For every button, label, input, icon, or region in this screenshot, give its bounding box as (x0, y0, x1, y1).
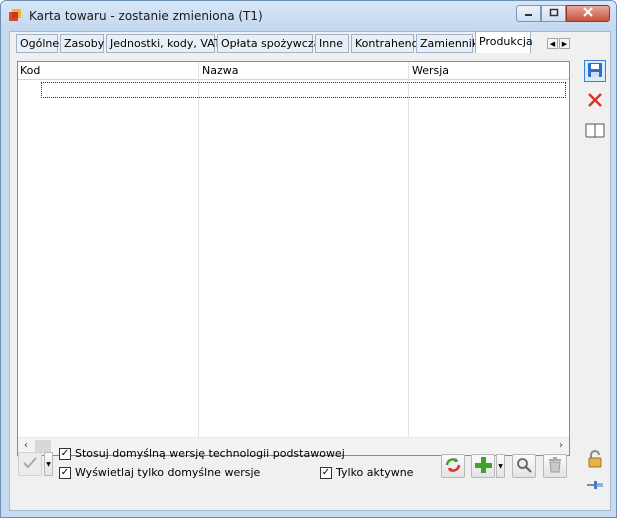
show-default-only-label: Wyświetlaj tylko domyślne wersje (75, 466, 261, 479)
versions-grid[interactable]: Kod Nazwa Wersja ‹ › (17, 61, 570, 456)
show-default-only-checkbox[interactable]: ✓ Wyświetlaj tylko domyślne wersje (59, 466, 260, 479)
save-disk-icon (587, 62, 603, 81)
maximize-icon (549, 7, 559, 20)
client-area: Ogólne Zasoby Jednostki, kody, VAT Opłat… (9, 31, 611, 511)
app-icon (8, 8, 22, 22)
checkbox-box: ✓ (59, 466, 71, 479)
cancel-button[interactable] (584, 90, 606, 112)
minimize-icon (524, 7, 533, 20)
selected-empty-row[interactable] (41, 82, 566, 98)
column-divider (408, 62, 409, 437)
search-button[interactable] (512, 454, 536, 478)
add-dropdown-button[interactable]: ▼ (496, 454, 505, 478)
tab-kontrahenci[interactable]: Kontrahenci (351, 34, 421, 53)
chevron-down-icon: ▼ (498, 462, 503, 470)
close-button[interactable] (566, 5, 610, 22)
tab-oplata[interactable]: Opłata spożywcza (217, 34, 320, 53)
confirm-dropdown-button[interactable]: ▼ (44, 452, 53, 476)
default-version-checkbox[interactable]: ✓ Stosuj domyślną wersję technologii pod… (59, 447, 345, 460)
add-button[interactable] (471, 454, 495, 478)
window: Karta towaru - zostanie zmieniona (T1) O… (0, 0, 617, 518)
column-header-kod[interactable]: Kod (20, 64, 40, 77)
refresh-icon (444, 456, 462, 477)
tab-zasoby[interactable]: Zasoby (60, 34, 104, 53)
tab-produkcja[interactable]: Produkcja (475, 31, 533, 54)
tab-scroll-left-button[interactable]: ◀ (547, 38, 558, 49)
chevron-down-icon: ▼ (46, 460, 51, 468)
tab-zamienniki[interactable]: Zamienniki (416, 34, 481, 53)
column-header-nazwa[interactable]: Nazwa (202, 64, 238, 77)
active-only-checkbox[interactable]: ✓ Tylko aktywne (320, 466, 413, 479)
magnifier-icon (516, 457, 532, 476)
column-header-wersja[interactable]: Wersja (412, 64, 449, 77)
active-only-label: Tylko aktywne (336, 466, 414, 479)
close-icon (583, 7, 593, 20)
grid-header: Kod Nazwa Wersja (18, 62, 569, 80)
trash-icon (548, 456, 562, 476)
checkmark-icon (23, 456, 37, 472)
tab-scroll-right-button[interactable]: ▶ (559, 38, 570, 49)
help-book-button[interactable] (584, 120, 606, 142)
column-divider (198, 62, 199, 437)
cancel-x-icon (587, 92, 603, 111)
minimize-button[interactable] (516, 5, 541, 22)
plus-icon (474, 456, 492, 477)
delete-button[interactable] (543, 454, 567, 478)
refresh-button[interactable] (441, 454, 465, 478)
tab-ogolne[interactable]: Ogólne (16, 34, 59, 53)
save-button[interactable] (584, 60, 606, 82)
tab-jednostki[interactable]: Jednostki, kody, VAT (106, 34, 221, 53)
maximize-button[interactable] (541, 5, 566, 22)
book-icon (585, 122, 605, 141)
checkbox-box: ✓ (59, 447, 71, 460)
arrow-left-icon: ◀ (549, 40, 556, 48)
default-version-label: Stosuj domyślną wersję technologii podst… (75, 447, 345, 460)
window-controls (516, 5, 610, 23)
window-title: Karta towaru - zostanie zmieniona (T1) (29, 9, 263, 23)
title-bar: Karta towaru - zostanie zmieniona (T1) (1, 1, 616, 31)
arrow-right-icon: ▶ (561, 40, 568, 48)
checkbox-box: ✓ (320, 466, 332, 479)
confirm-button[interactable] (18, 452, 42, 476)
tab-inne[interactable]: Inne (315, 34, 349, 53)
bottom-toolbar: ▼ ✓ Stosuj domyślną wersję technologii p… (10, 441, 610, 491)
